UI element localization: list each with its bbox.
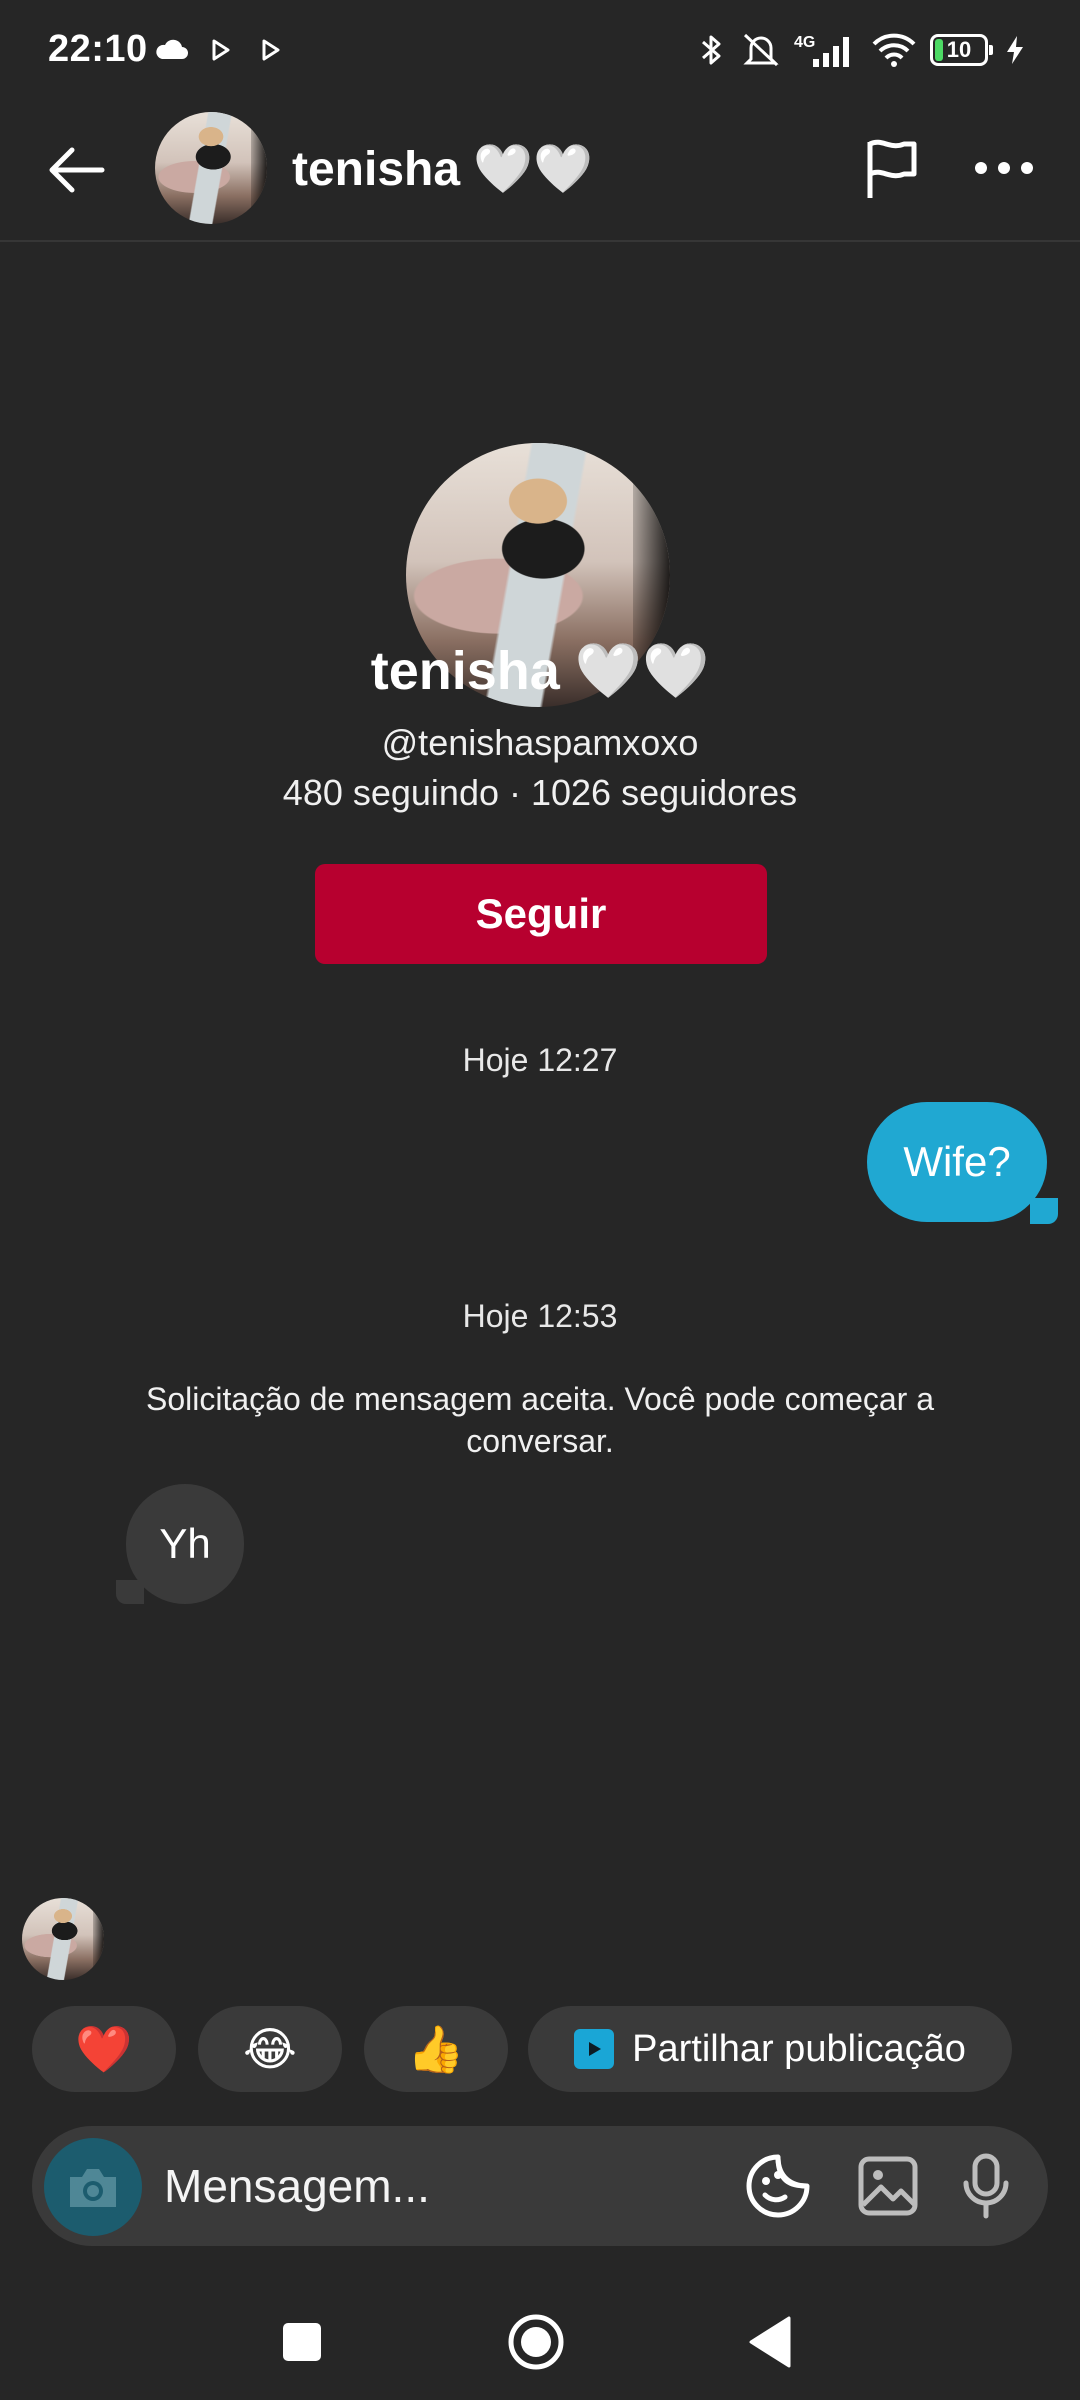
sticker-icon[interactable] (740, 2148, 816, 2224)
cloud-icon (150, 30, 192, 70)
message-input[interactable] (164, 2150, 704, 2222)
profile-name: tenisha 🤍🤍 (370, 641, 710, 701)
signal-icon (808, 30, 858, 70)
charging-icon (1002, 30, 1028, 70)
camera-button[interactable] (44, 2138, 142, 2236)
status-time: 22:10 (48, 28, 148, 70)
profile-stats: 480 seguindo · 1026 seguidores (282, 772, 798, 813)
laughing-emoji-icon: 😂 (243, 2023, 297, 2075)
share-post-label: Partilhar publicação (632, 2027, 966, 2070)
heart-emoji-icon: ❤️ (75, 2022, 133, 2075)
follow-button[interactable]: Seguir (315, 864, 767, 964)
share-post-icon (574, 2029, 615, 2069)
quick-reply-laugh[interactable]: 😂 (198, 2006, 342, 2092)
back-nav-icon[interactable] (730, 2302, 810, 2382)
profile-handle: @tenishaspamxoxo (381, 722, 699, 763)
bluetooth-icon (696, 30, 726, 70)
microphone-icon[interactable] (948, 2148, 1024, 2224)
thumbs-up-emoji-icon: 👍 (407, 2022, 465, 2075)
more-icon[interactable] (964, 128, 1044, 208)
play-store-icon (256, 30, 286, 70)
system-message: Solicitação de mensagem aceita. Você pod… (145, 1381, 934, 1459)
status-bar: 22:10 4G 10 (0, 0, 1080, 100)
camera-icon (70, 2169, 116, 2207)
battery-indicator: 10 (930, 34, 993, 66)
share-post-button[interactable]: Partilhar publicação (528, 2006, 1012, 2092)
header-title[interactable]: tenisha 🤍🤍 (292, 140, 593, 197)
play-store-icon (206, 30, 236, 70)
bubble-tail (1030, 1198, 1058, 1224)
avatar[interactable] (155, 112, 267, 224)
wifi-icon (868, 30, 920, 70)
sent-message-bubble[interactable]: Wife? (867, 1102, 1047, 1222)
message-timestamp: Hoje 12:53 (462, 1298, 618, 1334)
home-icon[interactable] (496, 2302, 576, 2382)
message-timestamp: Hoje 12:27 (462, 1042, 618, 1078)
quick-reply-heart[interactable]: ❤️ (32, 2006, 176, 2092)
battery-level: 10 (946, 37, 972, 62)
gallery-icon[interactable] (850, 2148, 926, 2224)
recent-apps-icon[interactable] (262, 2302, 342, 2382)
flag-icon[interactable] (852, 128, 932, 208)
sender-avatar[interactable] (22, 1898, 104, 1980)
silent-bell-icon (736, 30, 786, 70)
back-arrow-icon[interactable] (36, 130, 116, 210)
quick-reply-thumbs-up[interactable]: 👍 (364, 2006, 508, 2092)
received-message-bubble[interactable]: Yh (126, 1484, 244, 1604)
